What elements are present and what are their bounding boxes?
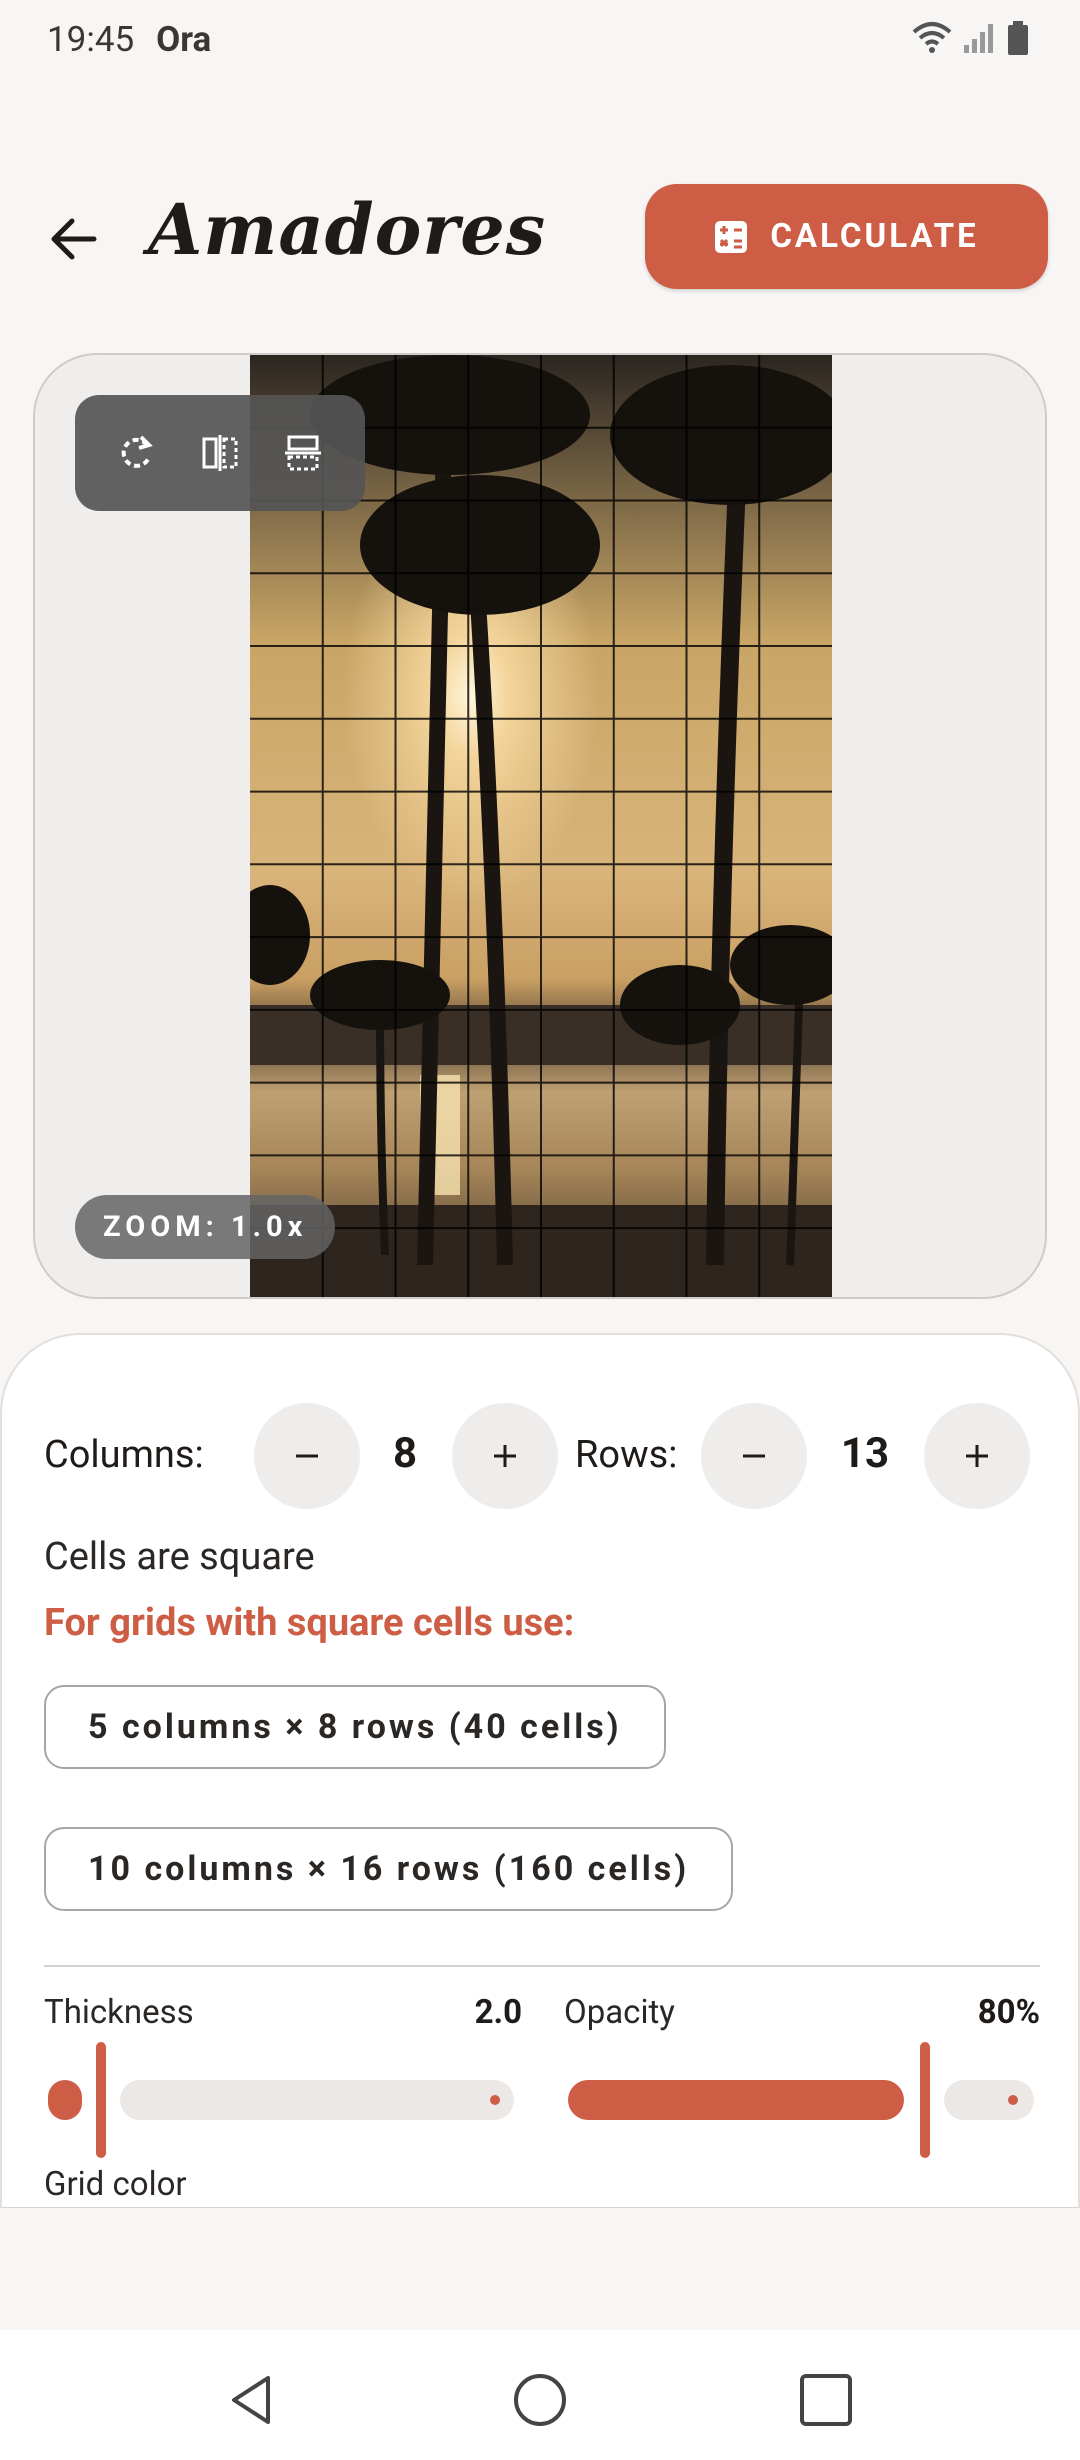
rotate-icon	[121, 435, 153, 468]
calculator-icon	[715, 220, 748, 253]
square-grid-hint: For grids with square cells use:	[44, 1601, 575, 1645]
divider	[44, 1965, 1040, 1967]
status-icons	[912, 20, 1030, 65]
plus-icon	[494, 1445, 516, 1467]
opacity-end-dot	[1008, 2095, 1018, 2105]
zoom-indicator: ZOOM: 1.0x	[75, 1195, 336, 1259]
columns-increase-button[interactable]	[452, 1403, 558, 1509]
nav-back-icon	[232, 2376, 270, 2424]
rotate-button[interactable]	[107, 423, 167, 483]
opacity-value: 80%	[977, 1993, 1040, 2032]
thickness-label: Thickness	[44, 1993, 194, 2032]
flip-vertical-icon	[285, 435, 322, 471]
back-button[interactable]	[42, 208, 104, 270]
rows-decrease-button[interactable]	[701, 1403, 807, 1509]
battery-icon	[1006, 20, 1030, 65]
opacity-track-fill	[568, 2080, 904, 2120]
flip-horizontal-icon	[202, 435, 238, 471]
plus-icon	[966, 1445, 988, 1467]
opacity-track	[944, 2080, 1034, 2120]
suggestion-chip[interactable]: 10 columns × 16 rows (160 cells)	[44, 1827, 734, 1911]
thickness-track	[120, 2080, 514, 2120]
image-preview[interactable]: ZOOM: 1.0x	[33, 353, 1047, 1299]
image-toolbar	[75, 395, 365, 511]
wifi-icon	[912, 20, 952, 65]
rows-increase-button[interactable]	[924, 1403, 1030, 1509]
controls-panel: Columns: 8 Rows: 13 Cells are square For…	[0, 1333, 1080, 2208]
system-nav-bar	[0, 2330, 1080, 2460]
back-arrow-icon	[51, 218, 97, 260]
nav-back-button[interactable]	[212, 2360, 292, 2440]
signal-icon	[962, 21, 996, 64]
nav-home-button[interactable]	[500, 2360, 580, 2440]
page-title: Amadores	[148, 188, 547, 271]
columns-decrease-button[interactable]	[254, 1403, 360, 1509]
app-header: Amadores CALCULATE	[0, 180, 1080, 290]
columns-label: Columns:	[44, 1433, 204, 1477]
columns-value: 8	[392, 1429, 418, 1478]
status-time: 19:45	[47, 18, 135, 60]
thickness-thumb[interactable]	[96, 2042, 106, 2158]
opacity-thumb[interactable]	[920, 2042, 930, 2158]
grid-size-row: Columns: 8 Rows: 13	[2, 1403, 1078, 1509]
calculate-label: CALCULATE	[770, 217, 979, 256]
thickness-value: 2.0	[474, 1993, 522, 2032]
nav-home-icon	[514, 2374, 566, 2426]
minus-icon	[296, 1454, 318, 1458]
status-bar: 19:45 Ora	[0, 0, 1080, 78]
nav-recents-icon	[800, 2374, 852, 2426]
rows-value: 13	[840, 1429, 890, 1478]
grid-color-label: Grid color	[44, 2165, 187, 2204]
minus-icon	[743, 1454, 765, 1458]
opacity-label: Opacity	[564, 1993, 675, 2032]
calculate-button[interactable]: CALCULATE	[645, 184, 1048, 289]
nav-recents-button[interactable]	[786, 2360, 866, 2440]
thickness-track-fill	[48, 2080, 82, 2120]
rows-label: Rows:	[575, 1433, 678, 1477]
status-carrier: Ora	[156, 18, 212, 60]
thickness-end-dot	[490, 2095, 500, 2105]
cells-square-text: Cells are square	[44, 1535, 315, 1579]
flip-vertical-button[interactable]	[273, 423, 333, 483]
suggestion-chip[interactable]: 5 columns × 8 rows (40 cells)	[44, 1685, 666, 1769]
flip-horizontal-button[interactable]	[190, 423, 250, 483]
